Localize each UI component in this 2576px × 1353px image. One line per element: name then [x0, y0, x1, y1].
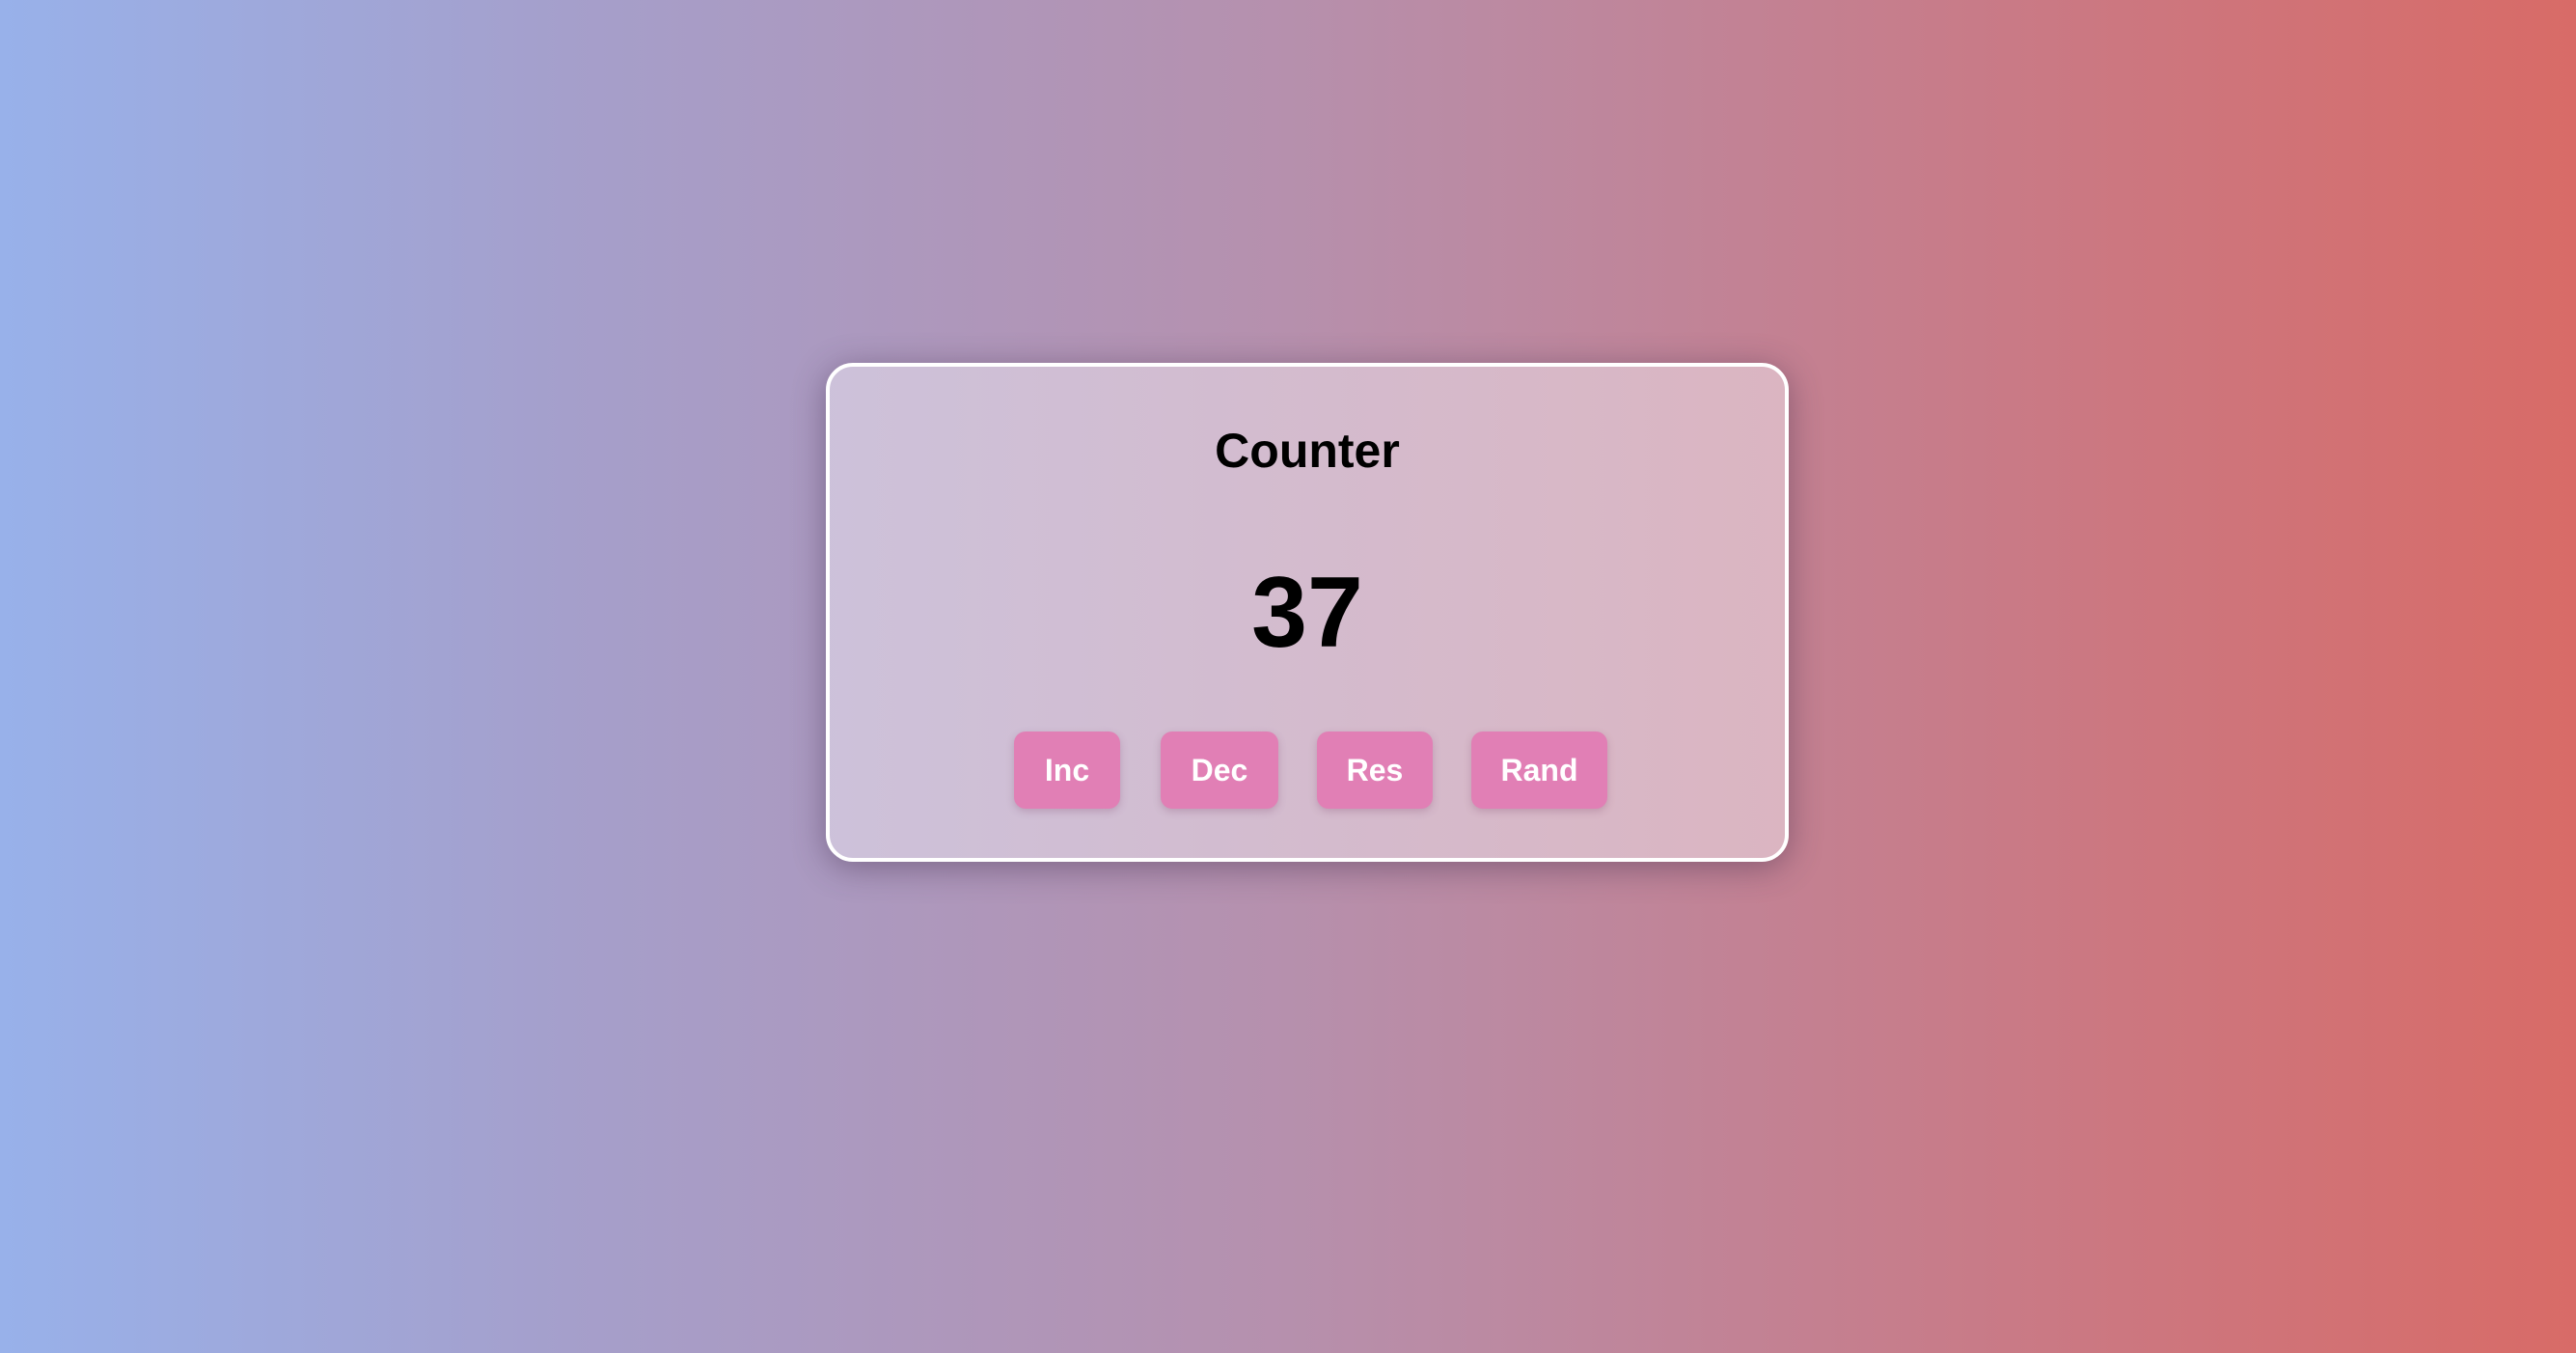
random-button[interactable]: Rand [1471, 732, 1607, 809]
counter-value: 37 [1251, 557, 1363, 669]
reset-button[interactable]: Res [1317, 732, 1433, 809]
counter-title: Counter [1215, 424, 1400, 478]
decrement-button[interactable]: Dec [1161, 732, 1278, 809]
counter-card: Counter 37 Inc Dec Res Rand [826, 363, 1789, 862]
increment-button[interactable]: Inc [1014, 732, 1120, 809]
